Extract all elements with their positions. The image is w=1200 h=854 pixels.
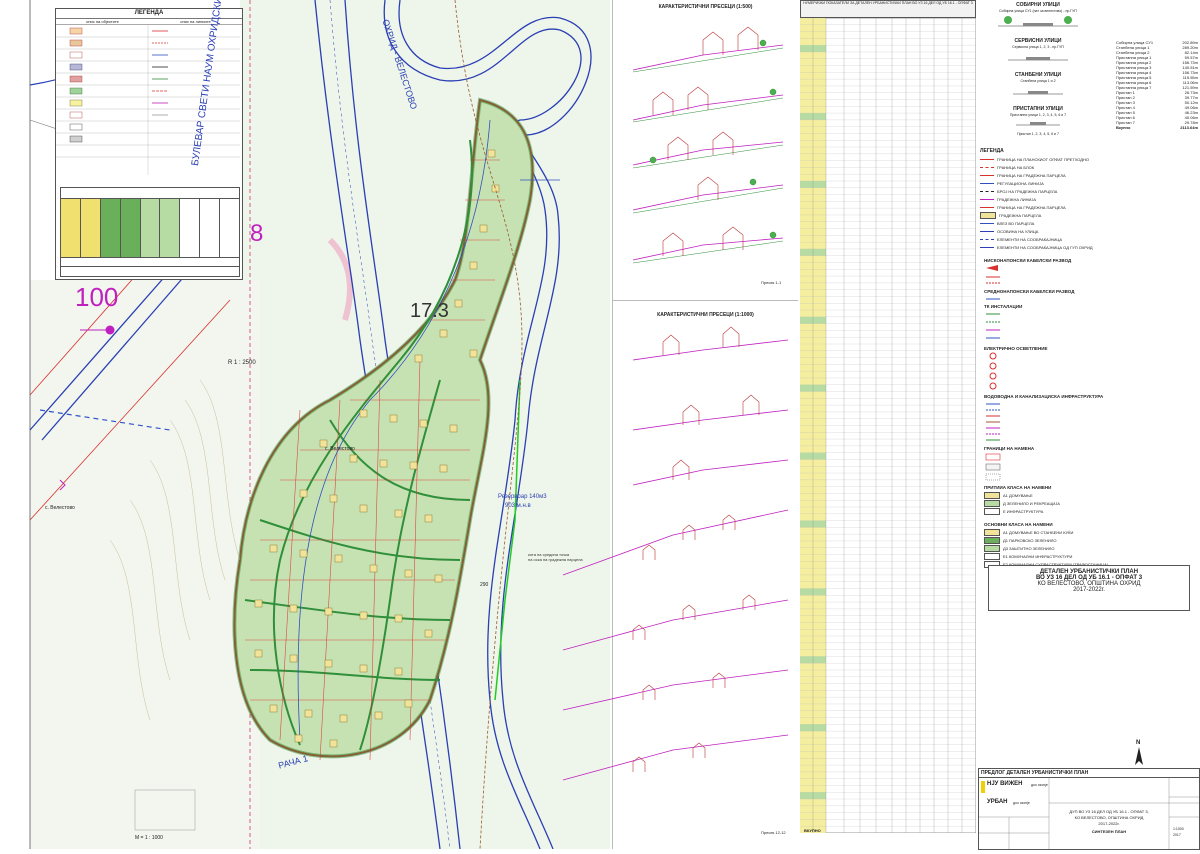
legend-right-label: ЕЛЕМЕНТИ НА СООБРАЌАЈНИЦА ОД ГУП ОХРИД — [997, 245, 1093, 250]
sections-group-2 — [562, 326, 789, 781]
legend-swatch — [980, 239, 994, 240]
elevation-label: 290 — [480, 582, 489, 588]
table-footer: ВКУПНО — [804, 828, 821, 833]
class-item-e: Е ИНФРАСТРУКТУРА — [1003, 509, 1044, 514]
legend-right-label: ГРАНИЦА НА БЛОК — [997, 165, 1035, 170]
numeric-table: НУМЕРИЧКИ ПОКАЗАТЕЛИ ЗА ДЕТАЛЕН УРБАНИСТ… — [799, 0, 977, 849]
legend-col2: опис на линиите — [180, 19, 211, 24]
basic-title: ОСНОВНИ КЛАСА НА НАМЕНИ — [984, 522, 1053, 527]
class-item-a1: А1 ДОМУВАЊЕ — [1003, 493, 1033, 498]
block-number-100: 100 — [75, 282, 119, 312]
characteristic-sections: КАРАКТЕРИСТИЧНИ ПРЕСЕЦИ (1:500) КАРАКТЕР… — [528, 0, 798, 849]
collector-desc: Собирна улица СУ1 (пат за велестово) - п… — [999, 9, 1077, 13]
village-label-2: с. Велестово — [325, 446, 355, 452]
legend-right-item: ВЛЕЗ ВО ПАРЦЕЛА — [980, 220, 1198, 227]
village-label: с. Велестово — [45, 505, 75, 511]
legend-swatch — [980, 167, 994, 168]
lighting-title: ЕЛЕКТРИЧНО ОСВЕТЛЕНИЕ — [984, 346, 1048, 351]
legend-swatch — [980, 191, 994, 192]
sections-title-2: КАРАКТЕРИСТИЧНИ ПРЕСЕЦИ (1:1000) — [657, 312, 754, 318]
service-profile — [1008, 57, 1068, 61]
legend-right-label: ГРАДЕЖНА ПАРЦЕЛА — [999, 213, 1042, 218]
water-title: ВОДОВОДНА И КАНАЛИЗАЦИСКА ИНФРАСТРУКТУРА — [984, 394, 1104, 399]
legend-swatch — [980, 183, 994, 184]
section-profile-last: Пресек 12-12 — [761, 830, 786, 835]
legend-right-item: ОСОВИНА НА УЛИЦА — [980, 228, 1198, 235]
class-item-d: Д ЗЕЛЕНИЛО И РЕКРЕАЦИЈА — [1003, 501, 1060, 506]
collector-profile — [998, 16, 1078, 27]
service-title: СЕРВИСНИ УЛИЦИ — [1014, 38, 1062, 44]
north-label: N — [1136, 740, 1141, 746]
legend-right-label: ГРАНИЦА НА ГРАДЕЖНА ПАРЦЕЛА — [997, 173, 1066, 178]
legend-right-label: ОСОВИНА НА УЛИЦА — [997, 229, 1039, 234]
block-number-8: 8 — [250, 220, 264, 247]
residential-profile — [1013, 91, 1063, 95]
main-scale: R 1 : 2500 — [228, 360, 256, 366]
basic-item-3: Е1 КОМУНАЛНИ ИНФРАСТРУКТУРИ — [1003, 554, 1073, 559]
access-desc-2: Пристап 1, 2, 3, 4, 5, 6 и 7 — [1017, 132, 1059, 136]
legend-right-item: ГРАДЕЖНА ЛИНИЈА — [980, 196, 1198, 203]
legend-right-item: ГРАНИЦА НА ГРАДЕЖНА ПАРЦЕЛА — [980, 204, 1198, 211]
legend-right-item: ГРАНИЦА НА ПЛАНСКИОТ ОПФАТ ПРЕТХОДНО — [980, 156, 1198, 163]
section-profile-first: Пресек 1-1 — [761, 280, 782, 285]
section-label-axis: на оска на градежна парцела — [528, 557, 583, 562]
legend-right-item: ЕЛЕМЕНТИ НА СООБРАЌАЈНИЦА ОД ГУП ОХРИД — [980, 244, 1198, 251]
legend-right-item: ГРАДЕЖНА ПАРЦЕЛА — [980, 212, 1198, 219]
block-label: 17.3 — [410, 300, 449, 322]
legend-right-label: ГРАНИЦА НА ГРАДЕЖНА ПАРЦЕЛА — [997, 205, 1066, 210]
telecom-title: ТК ИНСТАЛАЦИИ — [984, 304, 1023, 309]
plan-title-4: 2017-2022г. — [1073, 587, 1105, 593]
residential-title: СТАНБЕНИ УЛИЦИ — [1014, 72, 1062, 78]
basic-item-2: Д3 ЗАШТИТНО ЗЕЛЕНИЛО — [1003, 546, 1055, 551]
access-desc: Пристапни улици 1, 2, 3, 4, 5, 6 и 7 — [1009, 113, 1067, 117]
sections-group-1 — [632, 26, 784, 264]
plan-title-box: ДЕТАЛЕН УРБАНИСТИЧКИ ПЛАН ВО УЗ 16 ДЕЛ О… — [988, 565, 1190, 611]
basic-item-1: Д1 ПАРКОВСКО ЗЕЛЕНИЛО — [1003, 538, 1057, 543]
numeric-indicator-table — [60, 187, 240, 277]
service-desc: Сервисна улица 1, 2, 3 - пр.ГУП — [1012, 45, 1064, 49]
legend-swatch — [980, 212, 996, 219]
legend-swatch — [980, 247, 994, 248]
inset-scale: M = 1 : 1000 — [135, 835, 163, 841]
legend-swatch — [980, 207, 994, 208]
legend-right: ЛЕГЕНДА ГРАНИЦА НА ПЛАНСКИОТ ОПФАТ ПРЕТХ… — [980, 148, 1198, 252]
table-grid — [799, 17, 977, 834]
access-title: ПРИСТАПНИ УЛИЦИ — [1013, 106, 1063, 112]
legend-right-item: РЕГУЛАЦИОНА ЛИНИЈА — [980, 180, 1198, 187]
legend-swatch — [980, 159, 994, 160]
plan-map[interactable]: ЛЕГЕНДА опис на објектите опис на линиит… — [0, 0, 610, 850]
residential-desc: Станбена улица 1 и 2 — [1020, 79, 1056, 83]
legend-right-label: БРОЈ НА ГРАДЕЖНА ПАРЦЕЛА — [997, 189, 1058, 194]
right-panel: СОБИРНИ УЛИЦИ Собирна улица СУ1 (пат за … — [978, 0, 1200, 850]
legend-right-item: ГРАНИЦА НА ГРАДЕЖНА ПАРЦЕЛА — [980, 172, 1198, 179]
north-arrow-icon — [1135, 747, 1143, 765]
legend-right-item: ЕЛЕМЕНТИ НА СООБРАЌАЈНИЦА — [980, 236, 1198, 243]
table-title: НУМЕРИЧКИ ПОКАЗАТЕЛИ ЗА ДЕТАЛЕН УРБАНИСТ… — [800, 0, 976, 18]
legend-right-label: ВЛЕЗ ВО ПАРЦЕЛА — [997, 221, 1035, 226]
lowvolt-title: НИСКОНАПОНСКИ КАБЕЛСКИ РАЗВОД — [984, 258, 1072, 263]
basic-item-0: А1 ДОМУВАЊЕ ВО СТАНБЕНИ КУЌИ — [1003, 530, 1074, 535]
legend-right-label: ГРАНИЦА НА ПЛАНСКИОТ ОПФАТ ПРЕТХОДНО — [997, 157, 1089, 162]
midvolt-title: СРЕДНОНАПОНСКИ КАБЕЛСКИ РАЗВОД — [984, 289, 1075, 294]
legend-right-label: РЕГУЛАЦИОНА ЛИНИЈА — [997, 181, 1044, 186]
legend-col1: опис на објектите — [86, 19, 119, 24]
title-block: ПРЕДЛОГ ДЕТАЛЕН УРБАНИСТИЧКИ ПЛАН НЈУ ВИ… — [978, 768, 1200, 850]
legend-right-item: БРОЈ НА ГРАДЕЖНА ПАРЦЕЛА — [980, 188, 1198, 195]
legend-right-label: ЕЛЕМЕНТИ НА СООБРАЌАЈНИЦА — [997, 237, 1063, 242]
legend-swatch — [980, 231, 994, 232]
class-title: ПРИТИИА КЛАСА НА НАМЕНИ — [984, 485, 1052, 490]
landuse-title: ГРАНИЦИ НА НАМЕНА — [984, 446, 1035, 451]
collector-title: СОБИРНИ УЛИЦИ — [1016, 2, 1060, 8]
legend-swatch — [980, 175, 994, 176]
legend-swatch — [980, 199, 994, 200]
street-lengths: Собирна улица СУ1 202.89m Станбена улица … — [1116, 40, 1198, 130]
legend-right-item: ГРАНИЦА НА БЛОК — [980, 164, 1198, 171]
legend-swatch — [980, 223, 994, 224]
legend-right-title: ЛЕГЕНДА — [980, 148, 1004, 154]
access-profile — [1016, 122, 1060, 126]
legend-right-label: ГРАДЕЖНА ЛИНИЈА — [997, 197, 1037, 202]
